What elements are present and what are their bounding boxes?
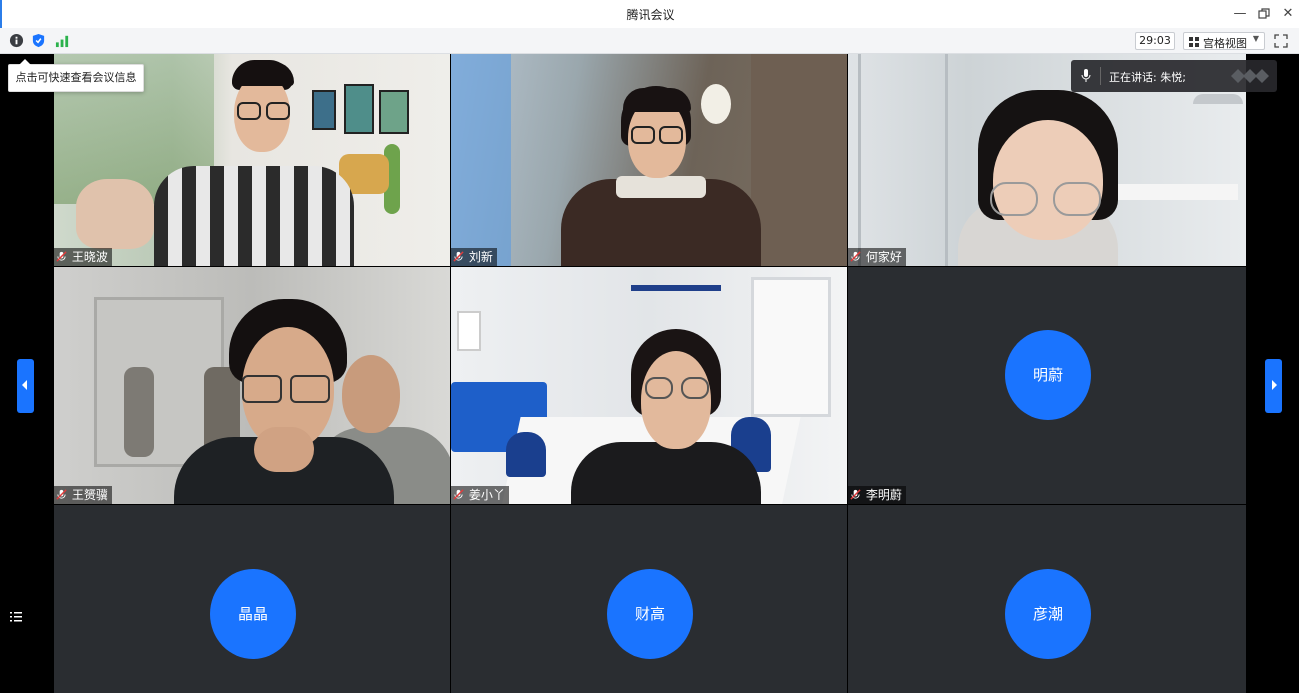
participant-name-tag: 王赟骥 bbox=[54, 486, 112, 504]
video-feed bbox=[54, 267, 450, 504]
participant-name-tag: 何家好 bbox=[848, 248, 906, 266]
chevron-left-icon bbox=[22, 380, 27, 390]
restore-icon[interactable] bbox=[1254, 4, 1274, 24]
video-feed bbox=[451, 267, 847, 504]
next-page-button[interactable] bbox=[1265, 359, 1282, 413]
participant-avatar: 彦潮 bbox=[1005, 569, 1091, 659]
mic-muted-icon bbox=[453, 489, 464, 500]
avatar-tile-9[interactable]: 彦潮 bbox=[848, 505, 1246, 693]
avatar-tile-8[interactable]: 财高 bbox=[451, 505, 847, 693]
avatar-tile-6[interactable]: 明蔚 李明蔚 bbox=[848, 267, 1246, 504]
info-icon[interactable] bbox=[9, 33, 24, 48]
video-tile-4[interactable]: 王赟骥 bbox=[54, 267, 450, 504]
minimize-icon[interactable]: — bbox=[1230, 4, 1250, 24]
participant-name: 王晓波 bbox=[71, 250, 108, 264]
participant-name-tag: 刘新 bbox=[451, 248, 497, 266]
close-icon[interactable]: ✕ bbox=[1278, 4, 1298, 24]
chevron-right-icon bbox=[1272, 380, 1277, 390]
participant-name: 李明蔚 bbox=[865, 488, 902, 502]
participant-name-tag: 姜小丫 bbox=[451, 486, 509, 504]
grid-view-icon bbox=[1189, 37, 1199, 47]
grid-view-label: 宫格视图 bbox=[1203, 37, 1247, 50]
fullscreen-icon[interactable] bbox=[1274, 34, 1288, 48]
grid-view-dropdown[interactable]: 宫格视图 ▼ bbox=[1183, 32, 1265, 50]
meeting-timer: 29:03 bbox=[1135, 32, 1175, 50]
video-tile-2[interactable]: 刘新 bbox=[451, 54, 847, 266]
active-speaker-text: 正在讲话: 朱悦; bbox=[1109, 71, 1186, 84]
participant-name: 王赟骥 bbox=[71, 488, 108, 502]
security-shield-icon[interactable] bbox=[31, 33, 46, 48]
meeting-toolbar: 29:03 宫格视图 ▼ bbox=[0, 28, 1299, 54]
mic-muted-icon bbox=[56, 251, 67, 262]
meeting-info-tooltip: 点击可快速查看会议信息 bbox=[8, 59, 144, 92]
participant-avatar: 明蔚 bbox=[1005, 330, 1091, 420]
mic-muted-icon bbox=[850, 251, 861, 262]
meeting-window: 腾讯会议 — ✕ 29:03 宫格视图 ▼ 点击可快速查看会议信息 王晓波 刘新… bbox=[0, 0, 1299, 693]
chevron-down-icon: ▼ bbox=[1252, 34, 1259, 43]
participant-name: 刘新 bbox=[468, 250, 493, 264]
microphone-icon bbox=[1081, 69, 1091, 82]
participant-avatar: 晶晶 bbox=[210, 569, 296, 659]
video-feed bbox=[451, 54, 847, 266]
member-list-icon[interactable] bbox=[9, 610, 23, 624]
mic-muted-icon bbox=[453, 251, 464, 262]
participant-name-tag: 王晓波 bbox=[54, 248, 112, 266]
participant-avatar: 财高 bbox=[607, 569, 693, 659]
mic-muted-icon bbox=[850, 489, 861, 500]
title-bar: 腾讯会议 — ✕ bbox=[0, 0, 1299, 28]
participant-name: 何家好 bbox=[865, 250, 902, 264]
previous-page-button[interactable] bbox=[17, 359, 34, 413]
avatar-tile-7[interactable]: 晶晶 bbox=[54, 505, 450, 693]
active-speaker-banner: 正在讲话: 朱悦; bbox=[1071, 60, 1277, 92]
mic-muted-icon bbox=[56, 489, 67, 500]
participant-name: 姜小丫 bbox=[468, 488, 505, 502]
participant-name-tag: 李明蔚 bbox=[848, 486, 906, 504]
sound-wave-icon bbox=[1231, 69, 1269, 83]
divider bbox=[1100, 67, 1101, 85]
video-tile-5[interactable]: 姜小丫 bbox=[451, 267, 847, 504]
window-title: 腾讯会议 bbox=[626, 8, 675, 22]
network-signal-icon[interactable] bbox=[55, 33, 70, 48]
